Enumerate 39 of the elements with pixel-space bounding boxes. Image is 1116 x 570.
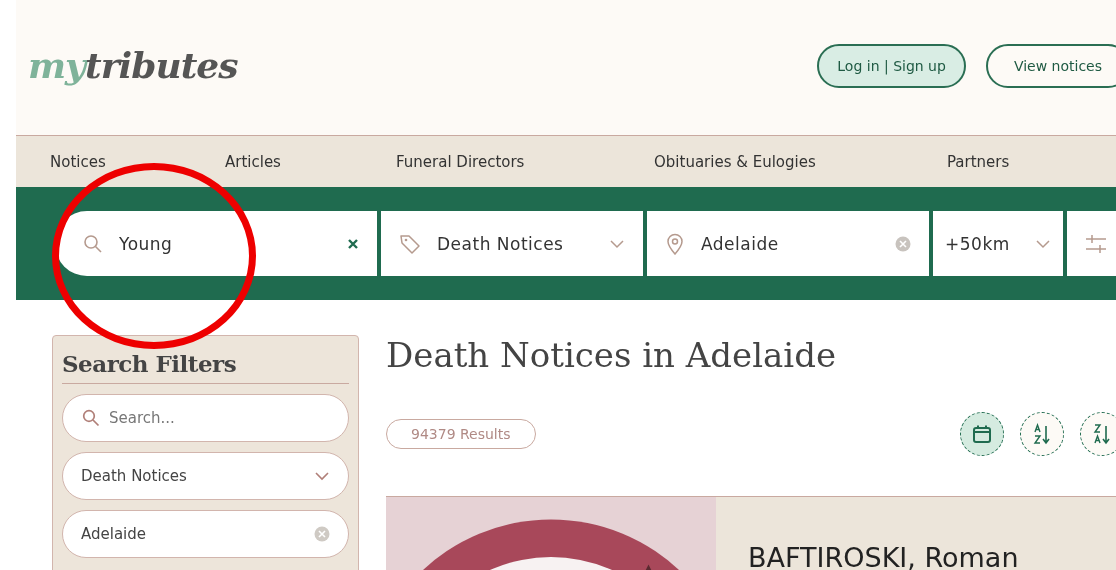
sliders-icon [1085, 233, 1107, 254]
search-icon [82, 409, 100, 427]
nav-link[interactable]: Articles [225, 152, 396, 171]
clear-icon[interactable] [347, 237, 359, 250]
calendar-icon [972, 424, 992, 444]
location-value: Adelaide [701, 233, 780, 254]
notice-card[interactable]: BAFTIROSKI, Roman [386, 496, 1116, 570]
category-dropdown[interactable]: Death Notices [62, 452, 349, 500]
login-button[interactable]: Log in | Sign up [817, 43, 966, 88]
nav-link[interactable]: Notices [50, 152, 225, 171]
sort-ascending-button[interactable] [1020, 412, 1064, 456]
location-pin-icon [665, 232, 685, 255]
search-field[interactable]: Search... [62, 394, 349, 442]
search-icon [83, 233, 103, 254]
sort-by-date-button[interactable] [960, 412, 1004, 456]
chevron-down-icon [609, 238, 625, 249]
keyword-value: Young [119, 233, 174, 254]
sort-descending-icon [1092, 423, 1112, 445]
chevron-down-icon [1035, 238, 1051, 249]
nav-link[interactable]: Partners [947, 152, 1010, 171]
category-value: Death Notices [437, 233, 565, 254]
category-value: Death Notices [81, 467, 188, 485]
distance-dropdown[interactable]: +50km [933, 211, 1063, 276]
sort-ascending-icon [1032, 423, 1052, 445]
filters-title: Search Filters [62, 350, 349, 384]
view-notices-button[interactable]: View notices [985, 43, 1116, 88]
tag-icon [399, 232, 421, 255]
nav-link[interactable]: Obituaries & Eulogies [654, 152, 947, 171]
notice-name[interactable]: BAFTIROSKI, Roman [748, 542, 1019, 570]
location-field[interactable]: Adelaide [62, 510, 349, 558]
nav-link[interactable]: Funeral Directors [396, 152, 654, 171]
location-value: Adelaide [81, 525, 148, 543]
location-field[interactable]: Adelaide [647, 211, 929, 276]
distance-value: +50km [945, 233, 1011, 254]
category-dropdown[interactable]: Death Notices [381, 211, 643, 276]
page-title: Death Notices in Adelaide [386, 335, 838, 375]
sort-descending-button[interactable] [1080, 412, 1116, 456]
site-logo[interactable]: mytributes [28, 43, 238, 86]
chevron-down-icon [314, 471, 330, 481]
